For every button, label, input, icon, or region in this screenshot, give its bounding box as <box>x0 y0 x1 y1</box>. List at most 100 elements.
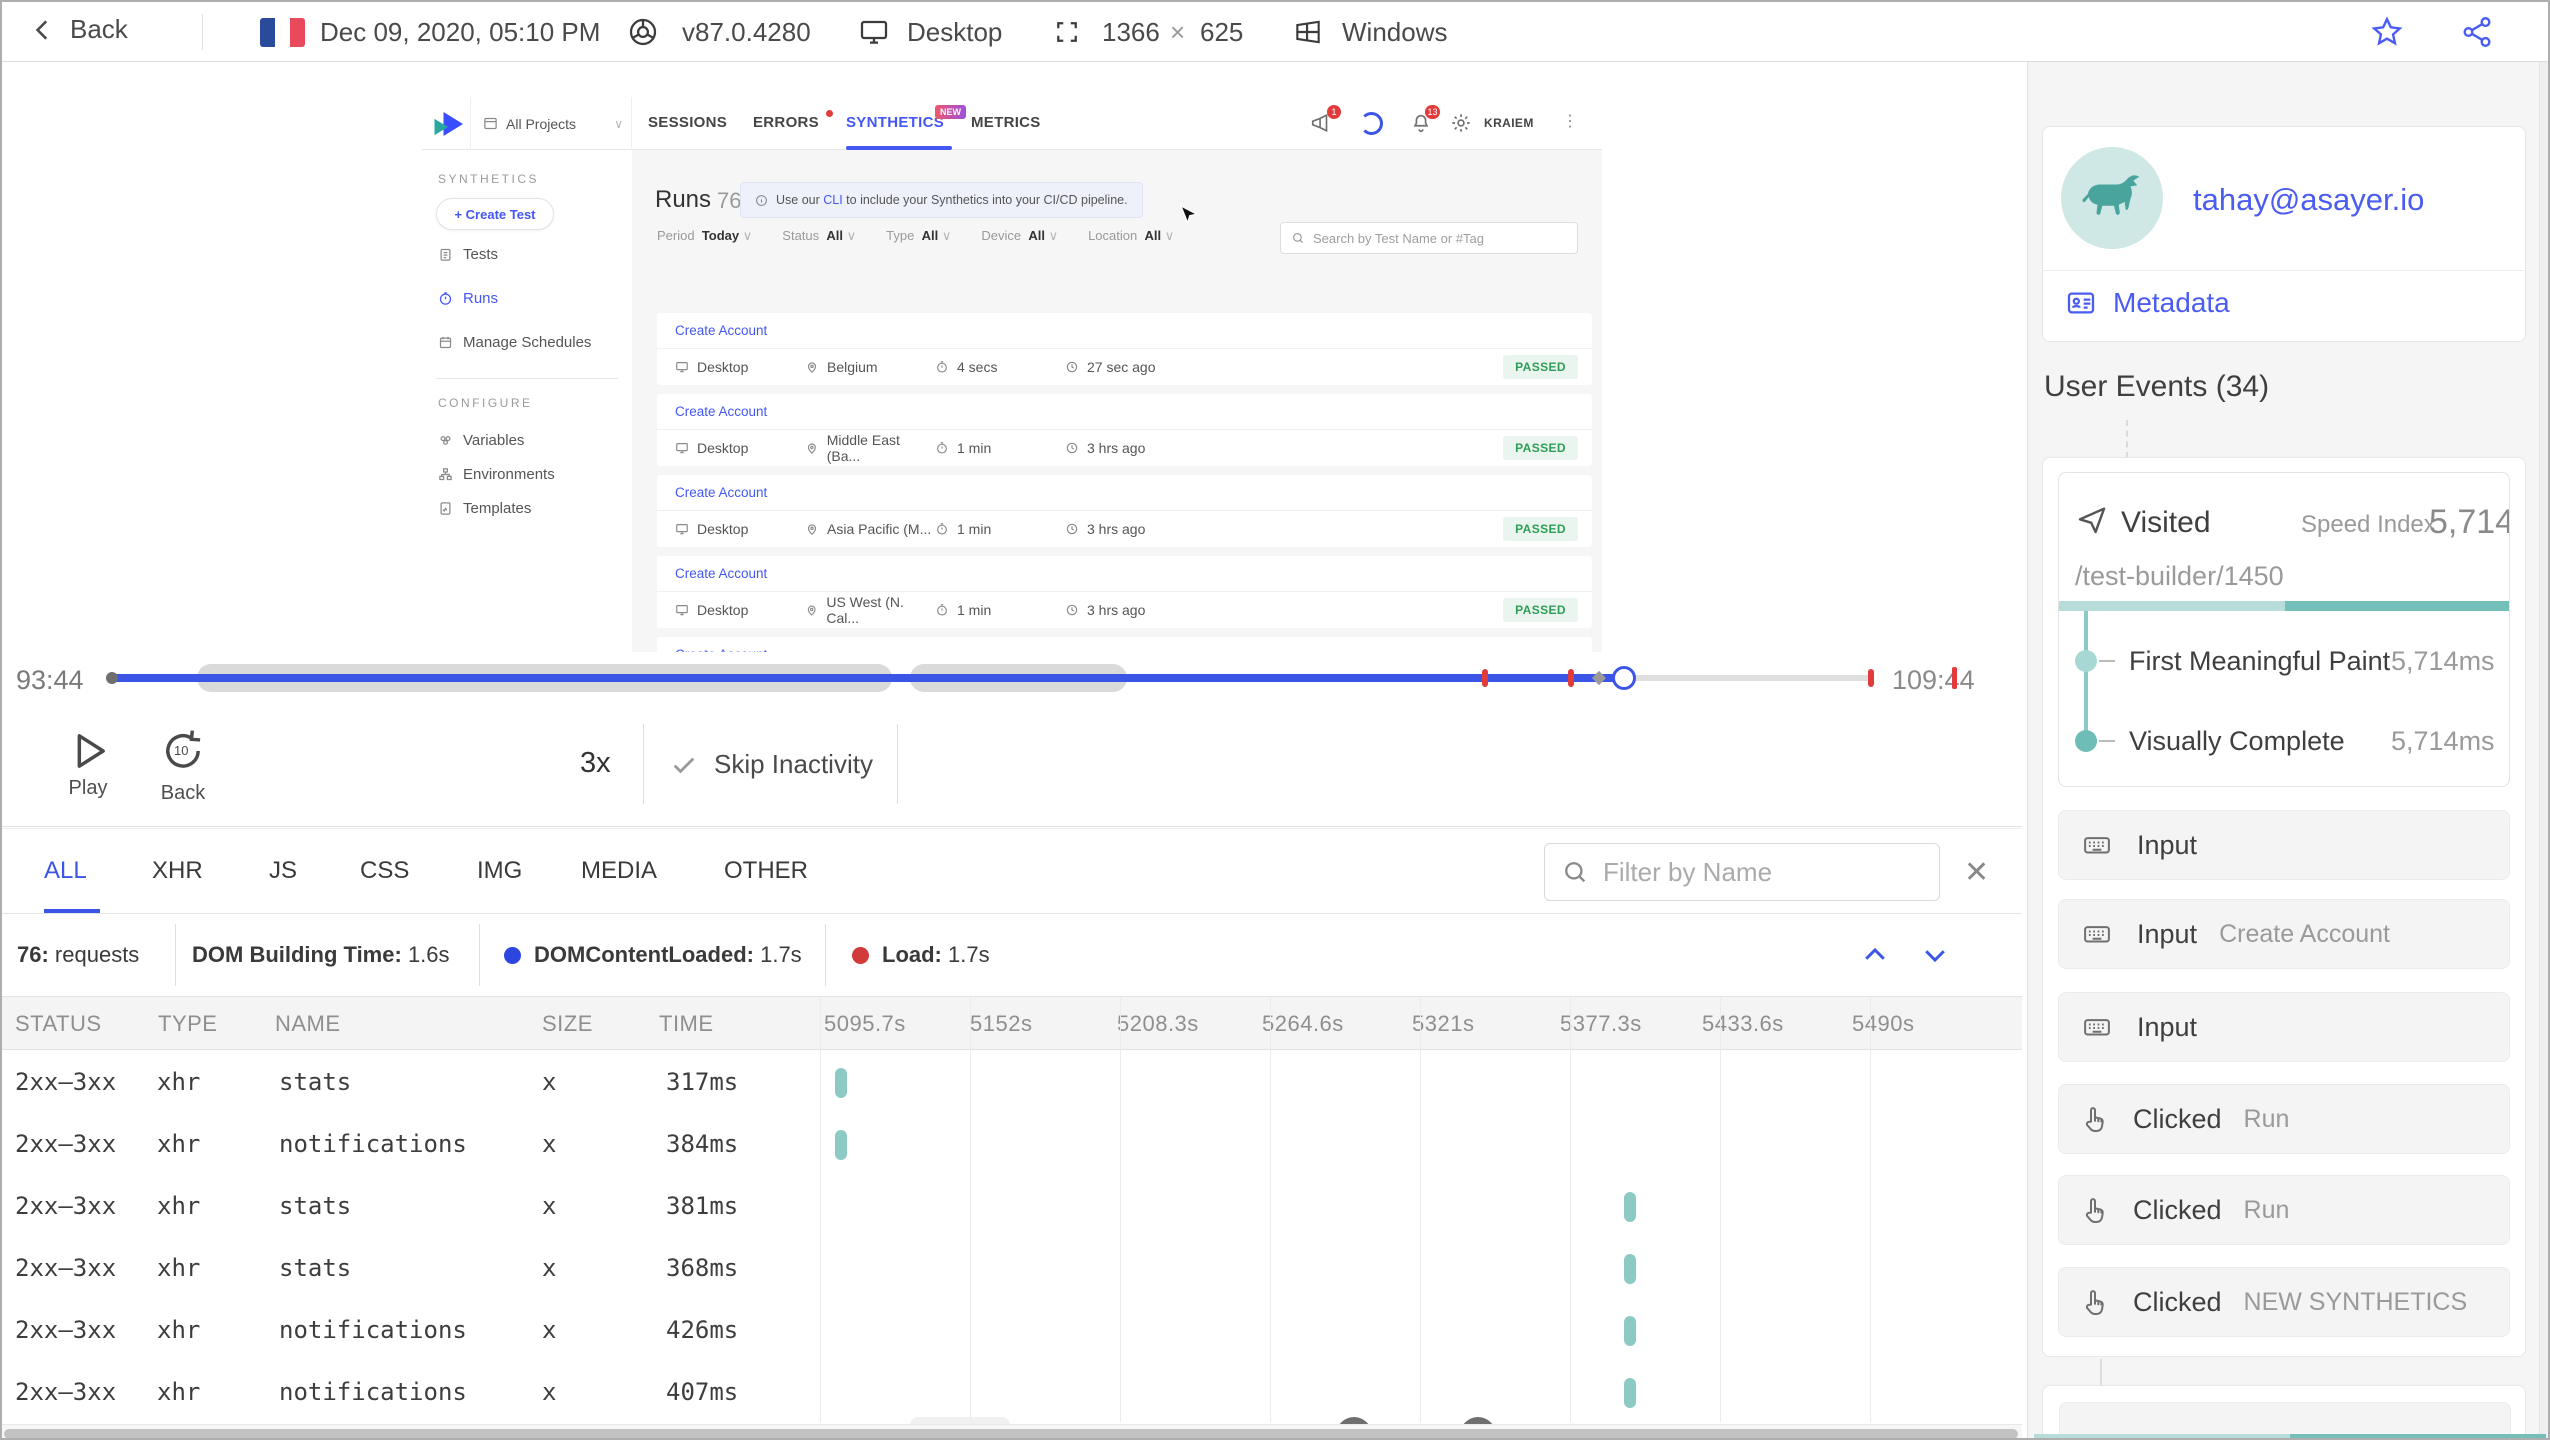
waterfall-bar <box>835 1068 847 1098</box>
skip-inactivity-toggle[interactable]: Skip Inactivity <box>670 749 873 780</box>
col-time: TIME <box>659 1011 714 1036</box>
resolution-height: 625 <box>1200 17 1244 47</box>
sitemap-icon <box>439 468 452 481</box>
event-marker[interactable] <box>1482 669 1488 687</box>
avatar <box>2061 147 2163 249</box>
run-card: Create Account Desktop US West (N. Cal..… <box>657 556 1592 628</box>
tab-xhr[interactable]: XHR <box>152 857 203 885</box>
panel-scrollbar-track[interactable] <box>2539 62 2548 1438</box>
metadata-label: Metadata <box>2113 287 2230 318</box>
filter-period: Period Today ∨ <box>657 228 753 243</box>
event-item-input[interactable]: Input <box>2058 810 2510 880</box>
browser-version: v87.0.4280 <box>682 17 811 47</box>
app-tab-metrics: METRICS <box>971 114 1041 131</box>
tab-img[interactable]: IMG <box>477 857 522 885</box>
request-name: notifications <box>279 1378 467 1406</box>
run-status-badge: PASSED <box>1503 435 1578 460</box>
request-type: xhr <box>157 1316 201 1344</box>
request-row[interactable]: 2xx–3xx xhr stats x 368ms <box>2 1238 2022 1300</box>
kebab-menu-icon: ⋮ <box>1562 113 1578 130</box>
visited-event-card[interactable]: Visited Speed Index 5,714 /test-builder/… <box>2058 472 2510 787</box>
request-row[interactable]: 2xx–3xx xhr stats x 317ms <box>2 1052 2022 1114</box>
tab-media[interactable]: MEDIA <box>581 857 657 885</box>
app-side-section-synthetics: SYNTHETICS <box>438 172 540 186</box>
fmp-tick <box>2099 660 2115 662</box>
back-10-button[interactable]: 10 Back <box>157 725 209 805</box>
back-button[interactable]: Back <box>30 14 128 45</box>
vc-label: Visually Complete <box>2129 726 2345 756</box>
event-item-input[interactable]: Input <box>2058 992 2510 1062</box>
replay-viewport[interactable]: All Projects ∨ SESSIONS ERRORS SYNTHETIC… <box>2 62 2022 652</box>
tab-all[interactable]: ALL <box>44 857 87 885</box>
request-name: stats <box>279 1192 352 1220</box>
run-duration: 4 secs <box>935 359 1065 375</box>
fmp-dot <box>2075 650 2097 672</box>
timeline-track-area[interactable] <box>2 647 2022 707</box>
tab-other[interactable]: OTHER <box>724 857 808 885</box>
share-icon[interactable] <box>2460 15 2494 49</box>
app-side-variables: Variables <box>438 432 524 449</box>
metadata-button[interactable]: Metadata <box>2065 287 2230 319</box>
request-status: 2xx–3xx <box>15 1378 117 1406</box>
clipboard-icon <box>440 248 451 261</box>
request-time: 384ms <box>666 1130 739 1158</box>
metric-timeline-line <box>2084 611 2088 743</box>
request-type: xhr <box>157 1254 201 1282</box>
partial-progress-bar <box>2034 1434 2546 1438</box>
event-item-clicked[interactable]: Clicked NEW SYNTHETICS <box>2058 1267 2510 1337</box>
timeline: 93:44 109:44 <box>2 647 2022 707</box>
horizontal-scrollbar-thumb[interactable] <box>4 1429 2018 1438</box>
event-target: Create Account <box>2219 919 2390 948</box>
request-row[interactable]: 2xx–3xx xhr notifications x 426ms <box>2 1300 2022 1362</box>
event-item-input[interactable]: Input Create Account <box>2058 899 2510 969</box>
timeline-progress <box>112 674 1624 682</box>
request-row[interactable]: 2xx–3xx xhr notifications x 407ms <box>2 1362 2022 1424</box>
request-time: 426ms <box>666 1316 739 1344</box>
filter-input[interactable]: Filter by Name <box>1544 843 1940 901</box>
favorite-star-icon[interactable] <box>2370 15 2404 49</box>
timeline-start-dot <box>106 672 118 684</box>
tab-js[interactable]: JS <box>269 857 297 885</box>
prev-request-chevron[interactable] <box>1858 940 1892 970</box>
event-item-clicked[interactable]: Clicked Run <box>2058 1084 2510 1154</box>
runs-search-placeholder: Search by Test Name or #Tag <box>1313 230 1485 246</box>
app-side-templates: Templates <box>438 500 531 517</box>
keyboard-icon <box>2084 1019 2110 1036</box>
chevron-left-icon <box>30 17 56 43</box>
country-flag-france <box>260 18 305 47</box>
fmp-label: First Meaningful Paint <box>2129 646 2391 676</box>
tab-css[interactable]: CSS <box>360 857 409 885</box>
request-name: notifications <box>279 1130 467 1158</box>
timeline-handle[interactable] <box>1612 666 1636 690</box>
filter-status: Status All ∨ <box>782 228 857 243</box>
total-time: 109:44 <box>1892 665 1975 695</box>
next-request-chevron[interactable] <box>1918 940 1952 970</box>
app-tab-errors: ERRORS <box>753 114 819 131</box>
play-button[interactable]: Play <box>62 725 114 800</box>
event-group-container-partial <box>2042 1385 2526 1438</box>
event-marker[interactable] <box>1868 669 1874 687</box>
run-location: Asia Pacific (M... <box>805 521 935 537</box>
speed-toggle[interactable]: 3x <box>580 747 611 780</box>
col-name: NAME <box>275 1011 341 1036</box>
chevron-down-icon: ∨ <box>614 116 623 131</box>
event-action: Clicked <box>2133 1286 2222 1317</box>
visited-label: Visited <box>2121 506 2211 539</box>
event-item-clicked[interactable]: Clicked Run <box>2058 1175 2510 1245</box>
close-panel-icon[interactable]: ✕ <box>1964 855 1989 890</box>
request-row[interactable]: 2xx–3xx xhr notifications x 384ms <box>2 1114 2022 1176</box>
run-duration: 1 min <box>935 602 1065 618</box>
request-row[interactable]: 2xx–3xx xhr stats x 381ms <box>2 1176 2022 1238</box>
run-device: Desktop <box>675 602 805 618</box>
pointer-hand-icon <box>2085 1198 2104 1223</box>
request-size: x <box>542 1192 557 1220</box>
label-event-tick <box>1952 667 1957 689</box>
run-name-link: Create Account <box>675 485 768 500</box>
navigate-icon <box>2075 503 2109 537</box>
play-icon <box>77 734 105 768</box>
app-side-divider <box>436 378 618 379</box>
cli-banner: Use our CLI to include your Synthetics i… <box>740 182 1143 218</box>
event-marker[interactable] <box>1568 669 1574 687</box>
replayed-app-screen: All Projects ∨ SESSIONS ERRORS SYNTHETIC… <box>422 97 1602 652</box>
app-side-section-configure: CONFIGURE <box>438 396 533 410</box>
